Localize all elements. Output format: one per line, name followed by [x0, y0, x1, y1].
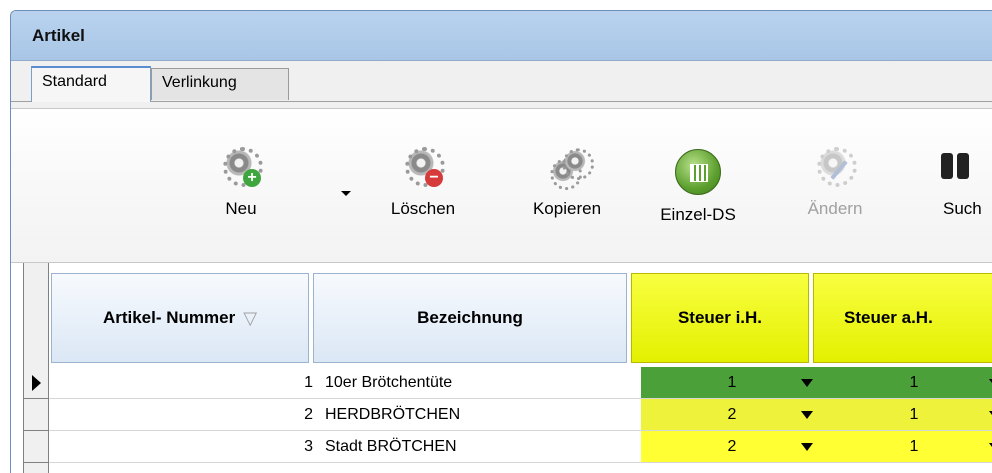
cell-value: 1	[727, 374, 737, 391]
cell-steuer-ah[interactable]: 1	[823, 399, 992, 431]
table-row[interactable]: 3 Stadt BRÖTCHEN 2 1	[23, 431, 992, 463]
cell-bezeichnung[interactable]: 10er Brötchentüte	[319, 367, 641, 399]
search-button[interactable]: Such	[933, 109, 992, 259]
cell-bezeichnung[interactable]: HERDBRÖTCHEN	[319, 399, 641, 431]
column-header-label: Bezeichnung	[417, 308, 523, 327]
tab-strip: Standard Verlinkung	[11, 61, 992, 107]
cell-bezeichnung[interactable]: Stadt BRÖTCHEN	[319, 431, 641, 463]
cell-steuer-ih[interactable]: 2	[641, 431, 823, 463]
gear-delete-icon: −	[403, 147, 445, 187]
cell-nummer[interactable]: 2	[49, 399, 319, 431]
current-row-arrow-icon	[32, 375, 41, 391]
column-header-steuer-ah[interactable]: Steuer a.H.	[813, 273, 992, 363]
toolbar-ribbon: + Neu − Löschen Kopieren Einzel-DS Änder…	[11, 108, 992, 263]
tab-divider	[11, 101, 992, 102]
title-bar[interactable]: Artikel	[11, 11, 992, 61]
cell-nummer[interactable]: 1	[49, 367, 319, 399]
table-row[interactable]: 2 HERDBRÖTCHEN 2 1	[23, 399, 992, 431]
cell-value: 1	[909, 438, 919, 455]
dropdown-arrow-icon[interactable]	[801, 379, 813, 387]
single-record-button-label: Einzel-DS	[660, 205, 736, 224]
tab-standard[interactable]: Standard	[31, 66, 151, 102]
new-button-label: Neu	[225, 199, 257, 218]
cell-steuer-ah[interactable]: 1	[823, 367, 992, 399]
column-header-steuer-ih[interactable]: Steuer i.H.	[631, 273, 809, 363]
cell-nummer[interactable]: 3	[49, 431, 319, 463]
new-button[interactable]: + Neu	[201, 109, 281, 259]
sort-triangle-icon: ▽	[243, 307, 258, 328]
new-dropdown-arrow-icon[interactable]	[341, 191, 351, 196]
artikel-window: Artikel Standard Verlinkung + Neu − Lösc…	[10, 10, 992, 473]
calculator-green-icon	[675, 149, 721, 195]
binoculars-icon	[939, 147, 979, 187]
single-record-button[interactable]: Einzel-DS	[653, 109, 743, 259]
column-header-label: Steuer i.H.	[677, 308, 763, 327]
cell-value: 1	[909, 374, 919, 391]
article-grid: Artikel- Nummer ▽ Bezeichnung Steuer i.H…	[11, 263, 992, 473]
dropdown-arrow-icon[interactable]	[801, 411, 813, 419]
cell-value: 1	[909, 406, 919, 423]
column-header-label: Steuer a.H.	[844, 308, 933, 327]
row-selector[interactable]	[23, 367, 49, 399]
row-selector[interactable]	[23, 399, 49, 431]
cell-steuer-ih[interactable]: 2	[641, 399, 823, 431]
cell-value: 2	[727, 406, 737, 423]
delete-button-label: Löschen	[390, 199, 456, 218]
gear-edit-icon	[815, 147, 857, 187]
search-button-label: Such	[943, 199, 982, 218]
delete-button[interactable]: − Löschen	[373, 109, 473, 259]
gears-copy-icon	[547, 147, 595, 191]
column-header-label: Artikel- Nummer	[102, 308, 236, 327]
tab-verlinkung[interactable]: Verlinkung	[151, 68, 289, 100]
cell-steuer-ah[interactable]: 1	[823, 431, 992, 463]
row-selector[interactable]	[23, 431, 49, 463]
column-header-bezeichnung[interactable]: Bezeichnung	[313, 273, 627, 363]
window-title: Artikel	[32, 26, 85, 45]
cell-value: 2	[727, 438, 737, 455]
cell-steuer-ih[interactable]: 1	[641, 367, 823, 399]
edit-button[interactable]: Ändern	[795, 109, 875, 259]
column-header-artikel-nummer[interactable]: Artikel- Nummer ▽	[51, 273, 309, 363]
gear-add-icon: +	[221, 147, 263, 187]
dropdown-arrow-icon[interactable]	[801, 443, 813, 451]
copy-button[interactable]: Kopieren	[517, 109, 617, 259]
edit-button-label: Ändern	[807, 199, 863, 218]
table-row[interactable]: 1 10er Brötchentüte 1 1	[23, 367, 992, 399]
copy-button-label: Kopieren	[532, 199, 602, 218]
